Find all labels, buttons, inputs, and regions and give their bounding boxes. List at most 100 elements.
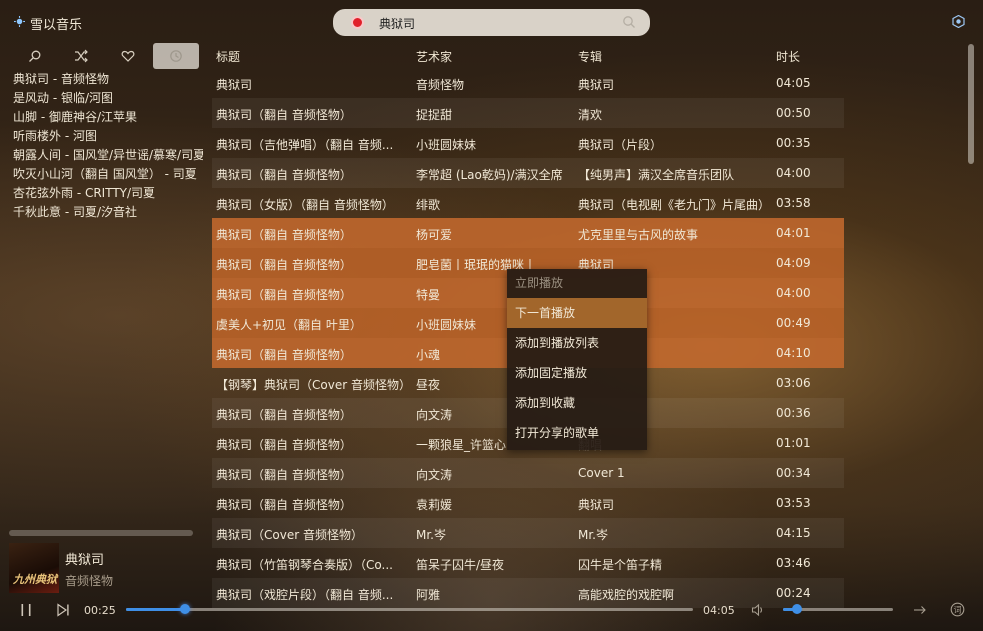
song-title-cell: 典狱司（Cover 音频怪物） xyxy=(216,528,363,542)
table-row[interactable]: 典狱司（翻自 音频怪物） 向文涛 Cover 1 00:34 xyxy=(212,458,844,488)
song-title-cell: 典狱司（竹笛钢琴合奏版）（Co... xyxy=(216,558,393,572)
favorites-button[interactable] xyxy=(105,43,151,69)
song-title-cell: 典狱司（女版）（翻自 音频怪物） xyxy=(216,198,394,212)
context-menu-item[interactable]: 添加固定播放 xyxy=(507,358,647,388)
progress-handle[interactable] xyxy=(179,604,190,614)
table-row[interactable]: 典狱司（翻自 音频怪物） 杨可爱 尤克里里与古风的故事 04:01 xyxy=(212,218,844,248)
song-artist-cell: 笛呆子囚牛/昼夜 xyxy=(416,558,505,572)
context-menu-item[interactable]: 添加到播放列表 xyxy=(507,328,647,358)
context-menu-item[interactable]: 下一首播放 xyxy=(507,298,647,328)
header-artist[interactable]: 艺术家 xyxy=(416,48,572,65)
title-bar: 雪以音乐 典狱司 xyxy=(0,0,983,44)
table-row[interactable]: 典狱司（翻自 音频怪物） 袁莉媛 典狱司 03:53 xyxy=(212,488,844,518)
song-duration-cell: 04:00 xyxy=(776,286,811,300)
table-row[interactable]: 典狱司（翻自 音频怪物） 李常超 (Lao乾妈)/满汉全席 【纯男声】满汉全席音乐团… xyxy=(212,158,844,188)
song-album-cell: 典狱司（电视剧《老九门》片尾曲） xyxy=(578,198,771,212)
song-title-cell: 典狱司（翻自 音频怪物） xyxy=(216,228,352,242)
song-title-cell: 【钢琴】典狱司（Cover 音频怪物） xyxy=(216,378,411,392)
header-duration[interactable]: 时长 xyxy=(776,48,836,65)
history-item[interactable]: 吹灭小山河（翻自 国风堂） - 司夏 xyxy=(13,165,203,184)
album-cover[interactable]: 九州典狱 xyxy=(9,543,59,593)
header-album[interactable]: 专辑 xyxy=(578,48,772,65)
song-album-cell: 高能戏腔的戏腔啊 xyxy=(578,588,675,602)
search-icon xyxy=(29,50,41,62)
song-title-cell: 典狱司（翻自 音频怪物） xyxy=(216,408,352,422)
song-title-cell: 典狱司 xyxy=(216,78,253,92)
volume-handle[interactable] xyxy=(792,604,803,614)
song-album-cell: 典狱司 xyxy=(578,78,615,92)
progress-bar[interactable] xyxy=(126,604,693,614)
netease-source-icon[interactable] xyxy=(351,16,364,29)
table-row[interactable]: 典狱司（女版）（翻自 音频怪物） 绯歌 典狱司（电视剧《老九门》片尾曲） 03:58 xyxy=(212,188,844,218)
lyrics-icon[interactable]: 词 xyxy=(950,602,965,617)
table-row[interactable]: 典狱司（Cover 音频怪物） Mr.岑 Mr.岑 04:15 xyxy=(212,518,844,548)
song-artist-cell: 杨可爱 xyxy=(416,228,453,242)
context-menu-item: 立即播放 xyxy=(515,276,564,290)
sidebar-horizontal-scrollbar[interactable] xyxy=(9,530,193,536)
history-item[interactable]: 杏花弦外雨 - CRITTY/司夏 xyxy=(13,184,203,203)
shuffle-icon xyxy=(75,49,88,63)
song-duration-cell: 01:01 xyxy=(776,436,811,450)
pause-icon[interactable] xyxy=(19,603,33,617)
song-artist-cell: 捉捉甜 xyxy=(416,108,453,122)
history-button[interactable] xyxy=(153,43,199,69)
song-title-cell: 虞美人+初见（翻自 叶里） xyxy=(216,318,362,332)
history-item[interactable]: 是风动 - 银临/河图 xyxy=(13,89,203,108)
history-item[interactable]: 听雨楼外 - 河图 xyxy=(13,127,203,146)
song-artist-cell: 向文涛 xyxy=(416,468,453,482)
table-row[interactable]: 典狱司（戏腔片段）（翻自 音频... 阿雅 高能戏腔的戏腔啊 00:24 xyxy=(212,578,844,608)
history-list: 典狱司 - 音频怪物 是风动 - 银临/河图 山脚 - 御鹿神谷/江苹果 听雨楼… xyxy=(13,70,203,222)
table-row[interactable]: 典狱司 音频怪物 典狱司 04:05 xyxy=(212,68,844,98)
vertical-scrollbar[interactable] xyxy=(968,44,974,164)
history-item[interactable]: 山脚 - 御鹿神谷/江苹果 xyxy=(13,108,203,127)
volume-icon[interactable] xyxy=(751,603,765,617)
song-duration-cell: 04:00 xyxy=(776,166,811,180)
svg-text:词: 词 xyxy=(954,606,962,615)
context-menu-item[interactable]: 添加到收藏 xyxy=(507,388,647,418)
search-input[interactable]: 典狱司 xyxy=(379,15,415,32)
search-icon[interactable] xyxy=(622,15,636,29)
song-duration-cell: 04:01 xyxy=(776,226,811,240)
song-duration-cell: 04:09 xyxy=(776,256,811,270)
progress-fill xyxy=(126,608,185,611)
history-item[interactable]: 典狱司 - 音频怪物 xyxy=(13,70,203,89)
play-mode-icon[interactable] xyxy=(913,603,927,617)
song-album-cell: Cover 1 xyxy=(578,466,625,480)
song-title-cell: 典狱司（翻自 音频怪物） xyxy=(216,498,352,512)
history-item[interactable]: 朝露人间 - 国风堂/异世谣/慕寒/司夏 xyxy=(13,146,203,165)
song-artist-cell: Mr.岑 xyxy=(416,528,447,542)
history-item[interactable]: 千秋此意 - 司夏/汐音社 xyxy=(13,203,203,222)
table-row[interactable]: 典狱司（翻自 音频怪物） 捉捉甜 清欢 00:50 xyxy=(212,98,844,128)
volume-slider[interactable] xyxy=(783,604,893,614)
song-album-cell: 尤克里里与古风的故事 xyxy=(578,228,699,242)
song-duration-cell: 00:50 xyxy=(776,106,811,120)
song-album-cell: 【纯男声】满汉全席音乐团队 xyxy=(578,168,735,182)
song-album-cell: 清欢 xyxy=(578,108,603,122)
song-duration-cell: 00:24 xyxy=(776,586,811,600)
song-title-cell: 典狱司（翻自 音频怪物） xyxy=(216,288,352,302)
search-tab-button[interactable] xyxy=(12,43,58,69)
next-track-icon[interactable] xyxy=(56,603,70,617)
header-title[interactable]: 标题 xyxy=(216,48,412,65)
song-album-cell: 囚牛是个笛子精 xyxy=(578,558,663,572)
song-duration-cell: 00:35 xyxy=(776,136,811,150)
song-album-cell: Mr.岑 xyxy=(578,528,609,542)
table-row[interactable]: 典狱司（竹笛钢琴合奏版）（Co... 笛呆子囚牛/昼夜 囚牛是个笛子精 03:46 xyxy=(212,548,844,578)
sidebar-toolbar xyxy=(12,43,202,69)
context-menu-item[interactable]: 打开分享的歌单 xyxy=(507,418,647,448)
song-album-cell: 典狱司（片段） xyxy=(578,138,663,152)
total-time: 04:05 xyxy=(703,604,735,617)
table-row[interactable]: 典狱司（吉他弹唱）（翻自 音频... 小班圆妹妹 典狱司（片段） 00:35 xyxy=(212,128,844,158)
now-playing-artist: 音频怪物 xyxy=(65,574,114,588)
current-time: 00:25 xyxy=(84,604,116,617)
now-playing-title: 典狱司 xyxy=(65,553,105,568)
history-icon xyxy=(170,50,182,62)
song-duration-cell: 04:15 xyxy=(776,526,811,540)
song-duration-cell: 03:46 xyxy=(776,556,811,570)
search-bar[interactable]: 典狱司 xyxy=(333,9,650,36)
song-title-cell: 典狱司（翻自 音频怪物） xyxy=(216,468,352,482)
app-title: 雪以音乐 xyxy=(30,18,83,33)
song-duration-cell: 00:49 xyxy=(776,316,811,330)
shuffle-button[interactable] xyxy=(58,43,104,69)
settings-icon[interactable] xyxy=(952,15,965,28)
